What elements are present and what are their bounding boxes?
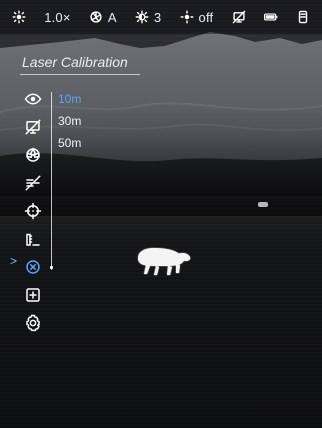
gear-icon [24,314,42,337]
menu-item-laser-calibration[interactable] [18,256,48,282]
left-menu [18,88,48,331]
ir-value: off [198,9,214,25]
calibration-mode-value: A [107,9,117,25]
menu-item-add[interactable] [18,284,48,310]
display-off-indicator [232,10,246,24]
menu-pointer: > [10,254,18,268]
storage-indicator [296,10,310,24]
display-off-icon [24,118,42,141]
menu-item-settings[interactable] [18,312,48,338]
ir-indicator: off [180,10,214,25]
eye-icon [24,90,42,113]
menu-item-eye[interactable] [18,88,48,114]
menu-item-palette[interactable] [18,144,48,170]
add-icon [24,286,42,309]
menu-item-display-off[interactable] [18,116,48,142]
shutter-icon [89,10,103,24]
option-50m[interactable]: 50m [58,136,81,150]
storage-icon [296,10,310,24]
display-off-icon [232,10,246,24]
distant-hotspot [258,202,268,207]
battery-icon [263,10,278,24]
ruler-icon [24,230,42,253]
battery-indicator [263,10,278,24]
ir-sun-icon [180,10,194,24]
thermal-target [138,248,191,275]
contrast-indicator: 3 [135,10,161,25]
palette-icon [24,146,42,169]
option-30m[interactable]: 30m [58,114,81,128]
status-bar: 1.0× A 3 off [0,0,322,34]
calibration-mode-indicator: A [89,10,117,25]
menu-item-laser-off[interactable] [18,172,48,198]
laser-calibration-icon [24,258,42,281]
option-10m[interactable]: 10m [58,92,81,106]
sun-icon [12,10,26,24]
options-slider-end [50,266,53,269]
title-underline [20,74,140,75]
contrast-value: 3 [153,9,162,25]
zoom-indicator: 1.0× [44,10,70,25]
menu-item-crosshair[interactable] [18,200,48,226]
page-title: Laser Calibration [22,54,128,70]
contrast-sun-icon [135,10,149,24]
zoom-value: 1.0× [44,9,71,25]
laser-off-icon [24,174,42,197]
crosshair-icon [24,202,42,225]
options-slider-track [51,92,52,270]
brightness-indicator [12,10,26,24]
menu-item-ruler[interactable] [18,228,48,254]
